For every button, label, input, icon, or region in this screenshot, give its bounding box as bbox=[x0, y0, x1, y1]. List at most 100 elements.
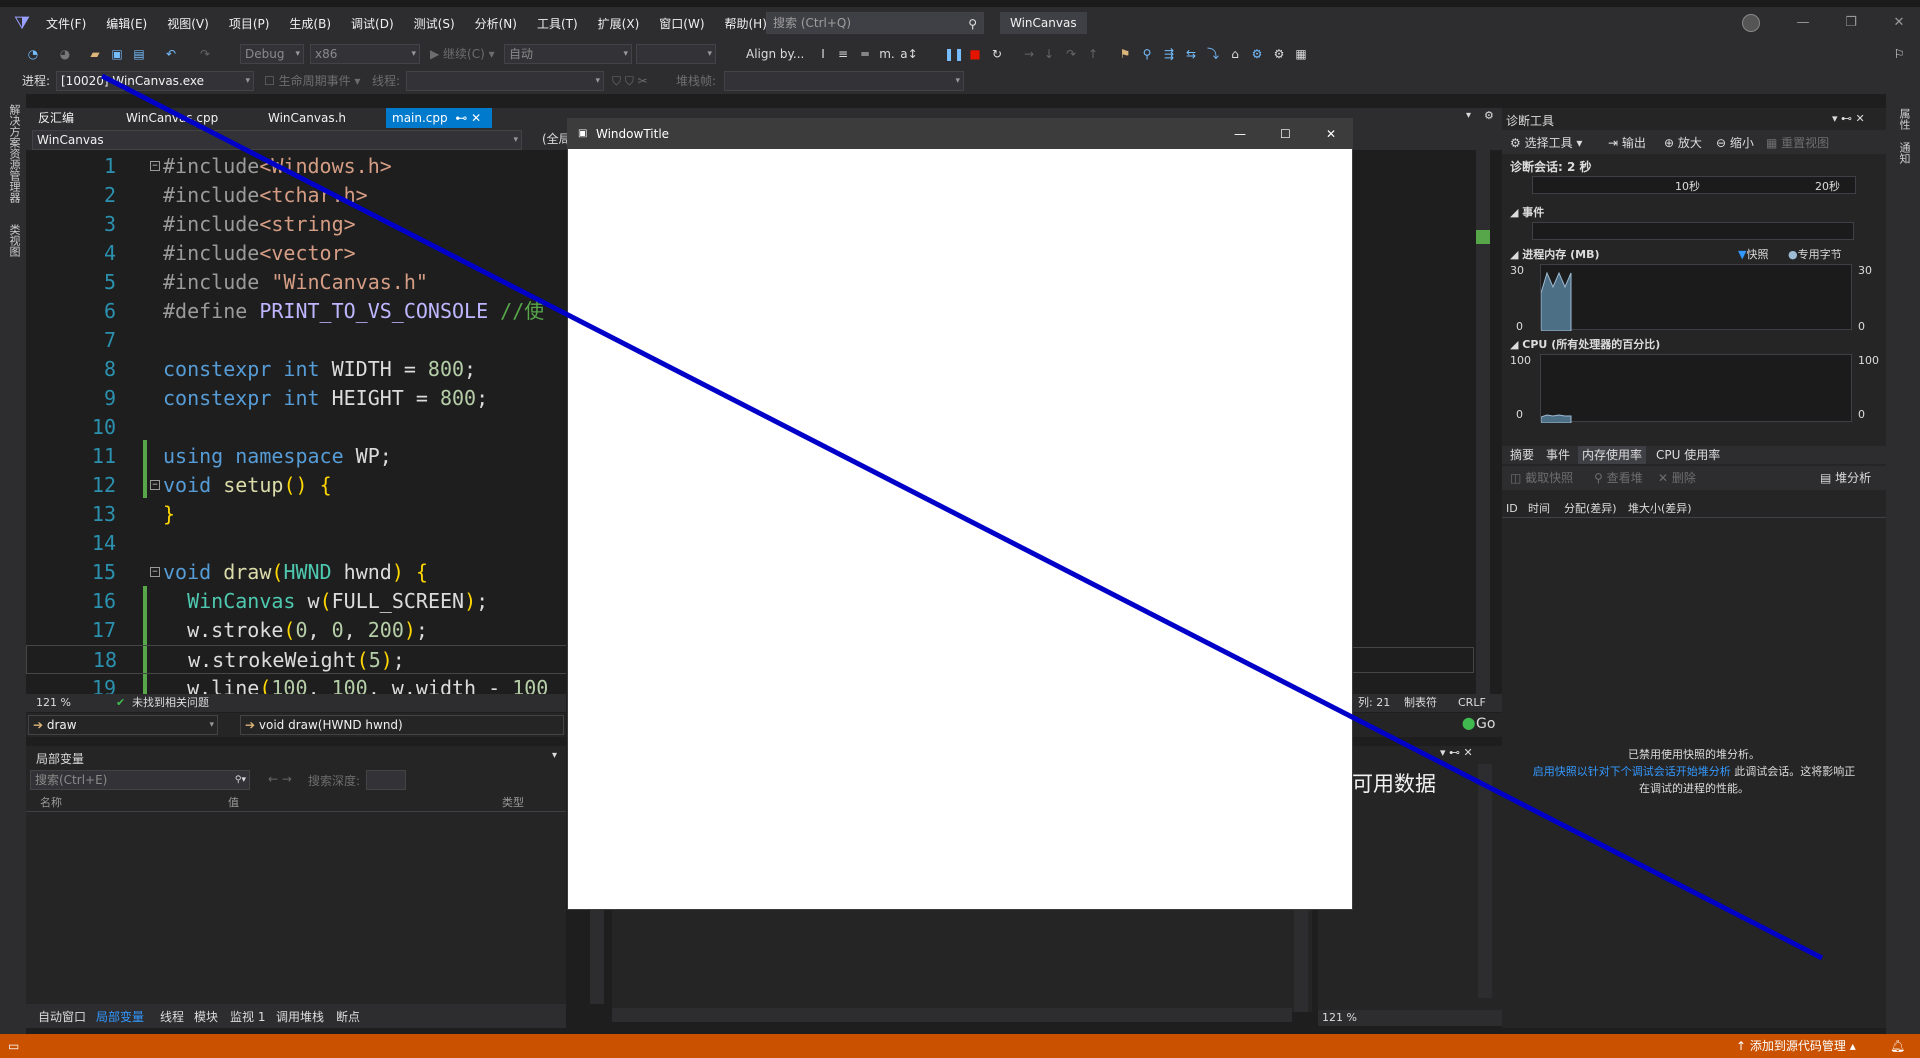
menu-extensions[interactable]: 扩展(X) bbox=[588, 15, 650, 33]
fold-icon[interactable]: − bbox=[150, 480, 160, 490]
tab-summary[interactable]: 摘要 bbox=[1510, 446, 1534, 464]
modules-icon[interactable]: ⇆ bbox=[1182, 45, 1200, 63]
grid-icon[interactable]: ▦ bbox=[1292, 45, 1310, 63]
align-by-button[interactable]: Align by... bbox=[746, 45, 804, 63]
function-select[interactable]: ➔ draw ▾ bbox=[28, 715, 218, 735]
tab-wincanvas-h[interactable]: WinCanvas.h bbox=[268, 108, 346, 128]
align-equal-icon[interactable]: ═ bbox=[856, 45, 874, 63]
app-minimize-button[interactable]: — bbox=[1234, 119, 1246, 149]
tab-breakpoints[interactable]: 断点 bbox=[336, 1008, 360, 1025]
tab-locals[interactable]: 局部变量 bbox=[96, 1008, 144, 1025]
back-icon[interactable]: ◔ bbox=[24, 45, 42, 63]
filter-icon[interactable]: ⛉ ⛉ ✂ bbox=[612, 72, 648, 90]
output-hscrollbar[interactable] bbox=[612, 1008, 1292, 1022]
step-over-icon[interactable]: ↷ bbox=[1062, 45, 1080, 63]
align-m-icon[interactable]: m. bbox=[878, 45, 896, 63]
reset-view-button[interactable]: ▦ 重置视图 bbox=[1766, 134, 1829, 151]
tab-threads[interactable]: 线程 bbox=[160, 1008, 184, 1025]
heap-profiling-button[interactable]: ▤ 堆分析 bbox=[1820, 466, 1871, 490]
locals-search-input[interactable]: 搜索(Ctrl+E) ⚲▾ bbox=[30, 770, 250, 790]
debug-tools-icon[interactable]: ⚑ bbox=[1116, 45, 1134, 63]
close-icon[interactable]: ✕ bbox=[1884, 12, 1914, 34]
output-button[interactable]: ⇥ 输出 bbox=[1608, 134, 1646, 151]
save-all-icon[interactable]: ▤ bbox=[130, 45, 148, 63]
open-file-icon[interactable]: ▰ bbox=[86, 45, 104, 63]
col-type[interactable]: 类型 bbox=[502, 794, 524, 812]
code-editor[interactable]: 1− #include<Windows.h> 2 #include<tchar.h>… bbox=[26, 150, 566, 694]
solution-explorer-tab[interactable]: 解决方案资源管理器 bbox=[6, 104, 22, 203]
menu-test[interactable]: 测试(S) bbox=[404, 15, 465, 33]
select-tools-button[interactable]: ⚙ 选择工具 ▾ bbox=[1510, 134, 1582, 151]
tab-callstack[interactable]: 调用堆栈 bbox=[276, 1008, 324, 1025]
feedback-icon[interactable]: ⚐ bbox=[1890, 45, 1908, 63]
go-icon[interactable]: ⬤ bbox=[1462, 716, 1475, 730]
status-icon[interactable]: ▭ bbox=[8, 1034, 19, 1058]
memory-chart[interactable] bbox=[1540, 264, 1852, 332]
menu-tools[interactable]: 工具(T) bbox=[527, 15, 588, 33]
go-label[interactable]: Go bbox=[1476, 716, 1495, 732]
col-value[interactable]: 值 bbox=[228, 794, 239, 812]
fold-icon[interactable]: − bbox=[150, 161, 160, 171]
view-heap-button[interactable]: ⚲ 查看堆 bbox=[1594, 466, 1643, 490]
step-out-icon[interactable]: ↑ bbox=[1084, 45, 1102, 63]
issues-label[interactable]: 未找到相关问题 bbox=[132, 694, 209, 712]
account-avatar[interactable] bbox=[1742, 14, 1760, 32]
col-time[interactable]: 时间 bbox=[1528, 500, 1550, 518]
auto-select[interactable]: 自动 ▾ bbox=[504, 44, 632, 64]
pause-icon[interactable]: ❚❚ bbox=[944, 45, 964, 63]
menu-file[interactable]: 文件(F) bbox=[36, 15, 96, 33]
delete-button[interactable]: ✕ 删除 bbox=[1658, 466, 1696, 490]
zoom-out-button[interactable]: ⊖ 缩小 bbox=[1716, 134, 1754, 151]
aux-zoom-level[interactable]: 121 % bbox=[1322, 1010, 1357, 1026]
tab-cpu-usage[interactable]: CPU 使用率 bbox=[1656, 446, 1720, 464]
context-select[interactable]: ➔ void draw(HWND hwnd) bbox=[240, 715, 564, 735]
app-titlebar[interactable]: ▣ WindowTitle — ☐ ✕ bbox=[568, 119, 1352, 149]
tab-close-icon[interactable]: ✕ bbox=[471, 111, 481, 125]
settings-icon[interactable]: ⚙ bbox=[1270, 45, 1288, 63]
tab-modules[interactable]: 模块 bbox=[194, 1008, 218, 1025]
tab-wincanvas-cpp[interactable]: WinCanvas.cpp bbox=[126, 108, 218, 128]
tab-settings-icon[interactable]: ⚙ bbox=[1484, 109, 1494, 122]
class-view-tab[interactable]: 类视图 bbox=[6, 224, 22, 257]
save-icon[interactable]: ▣ bbox=[108, 45, 126, 63]
tab-disassembly[interactable]: 反汇编 bbox=[38, 108, 74, 128]
thread-select[interactable]: ▾ bbox=[406, 71, 604, 91]
redo-icon[interactable]: ↷ bbox=[196, 45, 214, 63]
lifecycle-events-button[interactable]: ☐ 生命周期事件 ▾ bbox=[264, 72, 360, 90]
quick-search-input[interactable]: 搜索 (Ctrl+Q) ⚲ bbox=[766, 12, 984, 34]
enable-snapshots-link[interactable]: 启用快照以针对下个调试会话开始堆分析 bbox=[1533, 765, 1731, 778]
stackframe-select[interactable]: ▾ bbox=[724, 71, 964, 91]
memory-icon[interactable]: ⌂ bbox=[1226, 45, 1244, 63]
search-depth-select[interactable] bbox=[366, 770, 406, 790]
menu-debug[interactable]: 调试(D) bbox=[341, 15, 404, 33]
col-heap-size[interactable]: 堆大小(差异) bbox=[1628, 500, 1692, 518]
diagnostic-window-controls[interactable]: ▾ ⊷ ✕ bbox=[1832, 112, 1865, 125]
menu-view[interactable]: 视图(V) bbox=[157, 15, 219, 33]
aux-scrollbar[interactable] bbox=[1478, 764, 1492, 998]
fold-icon[interactable]: − bbox=[150, 567, 160, 577]
zoom-in-button[interactable]: ⊕ 放大 bbox=[1664, 134, 1702, 151]
events-track[interactable] bbox=[1532, 222, 1854, 240]
minimize-icon[interactable]: — bbox=[1788, 12, 1818, 34]
col-alloc[interactable]: 分配(差异) bbox=[1564, 500, 1617, 518]
restart-icon[interactable]: ↻ bbox=[988, 45, 1006, 63]
menu-edit[interactable]: 编辑(E) bbox=[96, 15, 157, 33]
properties-tab[interactable]: 属性 bbox=[1896, 108, 1912, 130]
configuration-select[interactable]: Debug ▾ bbox=[240, 44, 304, 64]
find-icon[interactable]: ⚲ bbox=[1138, 45, 1156, 63]
align-center-icon[interactable]: ≡ bbox=[834, 45, 852, 63]
cpu-chart[interactable] bbox=[1540, 354, 1852, 424]
zoom-level[interactable]: 121 % bbox=[36, 694, 71, 712]
notification-bell-icon[interactable]: 🔔︎ bbox=[1890, 1034, 1905, 1058]
locals-nav-icon[interactable]: ← → bbox=[268, 772, 292, 786]
col-id[interactable]: ID bbox=[1506, 500, 1518, 518]
timeline-ruler[interactable]: 10秒 20秒 bbox=[1532, 176, 1856, 194]
pin-icon[interactable]: ⊷ bbox=[455, 111, 467, 125]
take-snapshot-button[interactable]: ◫ 截取快照 bbox=[1510, 466, 1573, 490]
app-close-button[interactable]: ✕ bbox=[1326, 119, 1336, 149]
step-into-icon[interactable]: ↓ bbox=[1040, 45, 1058, 63]
forward-icon[interactable]: ◕ bbox=[56, 45, 74, 63]
stop-icon[interactable]: ■ bbox=[966, 45, 984, 63]
process-select[interactable]: [10020] WinCanvas.exe ▾ bbox=[56, 71, 254, 91]
text-cursor-icon[interactable]: I bbox=[814, 45, 832, 63]
